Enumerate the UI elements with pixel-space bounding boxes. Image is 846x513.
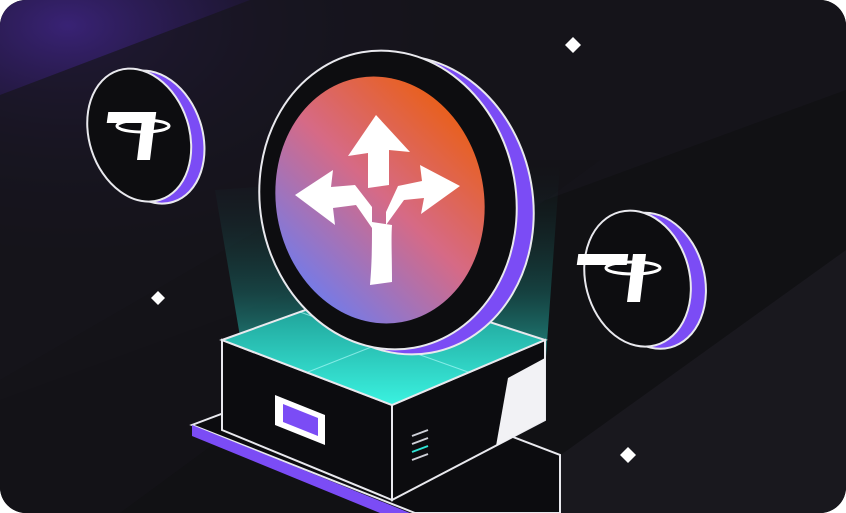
illustration-svg — [0, 0, 846, 513]
illustration-card — [0, 0, 846, 513]
